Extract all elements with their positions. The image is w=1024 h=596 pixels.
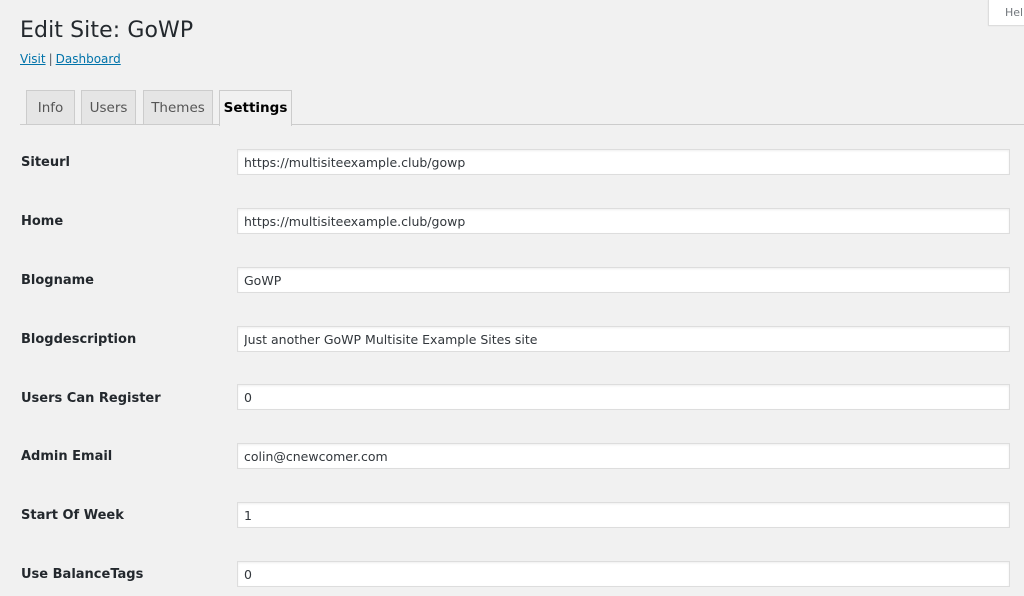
tab-settings[interactable]: Settings [219,90,292,126]
tab-users[interactable]: Users [81,90,136,124]
help-tab-button[interactable]: Help [988,0,1024,26]
use-balancetags-label: Use BalanceTags [21,567,144,582]
siteurl-label: Siteurl [21,155,70,170]
admin-email-label: Admin Email [21,449,113,464]
tab-info[interactable]: Info [26,90,75,124]
users-can-register-label: Users Can Register [21,391,161,406]
dashboard-link[interactable]: Dashboard [56,52,121,66]
siteurl-input[interactable] [237,149,1010,175]
link-separator: | [48,52,53,66]
help-tab-label: Help [1005,6,1024,19]
tab-settings-label: Settings [223,100,288,116]
tab-themes-label: Themes [151,100,205,116]
users-can-register-input[interactable] [237,384,1010,410]
page-title: Edit Site: GoWP [20,18,194,43]
home-input[interactable] [237,208,1010,234]
blogname-label: Blogname [21,273,94,288]
start-of-week-input[interactable] [237,502,1010,528]
tab-themes[interactable]: Themes [143,90,213,124]
tab-users-label: Users [89,100,128,116]
tab-info-label: Info [37,100,64,116]
blogname-input[interactable] [237,267,1010,293]
start-of-week-label: Start Of Week [21,508,124,523]
blogdescription-input[interactable] [237,326,1010,352]
visit-link[interactable]: Visit [20,52,46,66]
site-action-links: Visit | Dashboard [20,52,121,66]
blogdescription-label: Blogdescription [21,332,137,347]
use-balancetags-input[interactable] [237,561,1010,587]
home-label: Home [21,214,64,229]
admin-email-input[interactable] [237,443,1010,469]
